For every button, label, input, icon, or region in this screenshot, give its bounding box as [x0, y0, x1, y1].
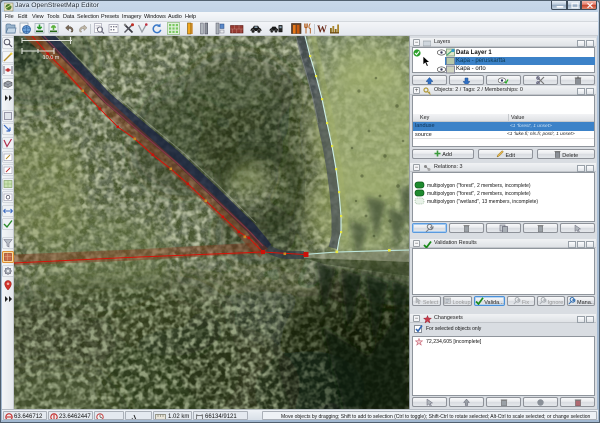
svg-text:10.0 m: 10.0 m [43, 55, 60, 61]
svg-text:W: W [317, 25, 327, 36]
